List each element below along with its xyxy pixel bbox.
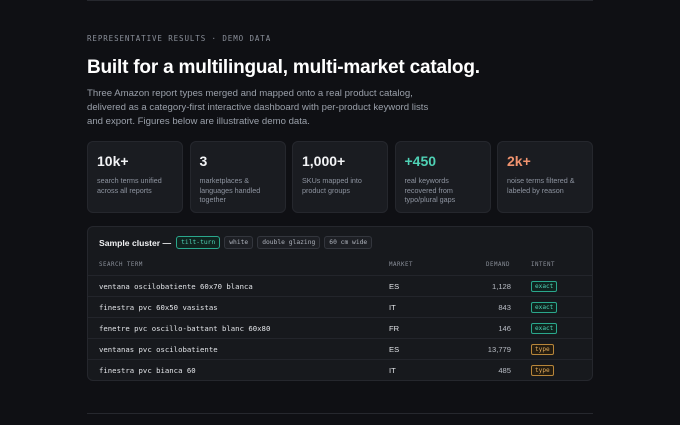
stat-description: noise terms filtered & labeled by reason (507, 176, 575, 195)
stat-card-skus: 1,000+ SKUs mapped into product groups (292, 141, 388, 213)
column-header-market: MARKET (389, 262, 413, 268)
cluster-title: Sample cluster — (99, 237, 172, 248)
stats-row: 10k+ search terms unified across all rep… (87, 141, 593, 213)
cluster-header: Sample cluster — tilt-turn white double … (99, 236, 376, 249)
market-cell: IT (389, 303, 396, 312)
intro-paragraph: Three Amazon report types merged and map… (87, 88, 429, 127)
intent-badge: exact (531, 323, 558, 334)
table-row: ventanas pvc oscilobatiente ES 13,779 ty… (88, 338, 592, 359)
search-term-cell: ventanas pvc oscilobatiente (99, 345, 218, 354)
intent-badge: exact (531, 302, 558, 313)
stat-description: real keywords recovered from typo/plural… (404, 176, 456, 205)
intent-badge: exact (531, 281, 558, 292)
intent-badge: type (531, 344, 554, 355)
top-divider (87, 0, 593, 1)
stat-value: 1,000+ (302, 153, 346, 169)
section-eyebrow: REPRESENTATIVE RESULTS · DEMO DATA (87, 34, 272, 43)
stat-card-marketplaces: 3 marketplaces & languages handled toget… (189, 141, 286, 213)
column-header-search-term: SEARCH TERM (99, 262, 143, 268)
sample-cluster-panel: Sample cluster — tilt-turn white double … (87, 226, 593, 381)
stat-card-recovered-keywords: +450 real keywords recovered from typo/p… (394, 141, 491, 213)
market-cell: IT (389, 366, 396, 375)
market-cell: ES (389, 345, 400, 354)
stat-description: SKUs mapped into product groups (302, 176, 362, 195)
page-title: Built for a multilingual, multi-market c… (87, 57, 480, 78)
table-row: finestra pvc bianca 60 IT 485 type (88, 359, 592, 380)
stat-value: 2k+ (507, 153, 531, 169)
stat-card-search-terms: 10k+ search terms unified across all rep… (87, 141, 183, 213)
chip-white[interactable]: white (224, 236, 254, 249)
demand-cell: 13,779 (487, 345, 511, 354)
column-header-demand: DEMAND (486, 262, 510, 268)
table-row: ventana oscilobatiente 60x70 blanca ES 1… (88, 275, 592, 296)
intent-badge: type (531, 365, 554, 376)
stat-description: search terms unified across all reports (97, 176, 162, 195)
stat-value: +450 (404, 153, 437, 169)
stat-value: 10k+ (97, 153, 129, 169)
demand-cell: 1,128 (491, 282, 511, 291)
search-term-cell: finestra pvc 60x50 vasistas (99, 303, 218, 312)
demand-cell: 843 (498, 303, 511, 312)
column-header-intent: INTENT (531, 262, 555, 268)
results-section: REPRESENTATIVE RESULTS · DEMO DATA Built… (87, 34, 593, 381)
market-cell: ES (389, 282, 400, 291)
demand-cell: 485 (498, 366, 511, 375)
search-term-cell: fenetre pvc oscillo-battant blanc 60x80 (99, 324, 271, 333)
table-row: finestra pvc 60x50 vasistas IT 843 exact (88, 296, 592, 317)
table-row: fenetre pvc oscillo-battant blanc 60x80 … (88, 317, 592, 338)
chip-tilt-turn[interactable]: tilt-turn (176, 236, 221, 249)
stat-value: 3 (199, 153, 208, 169)
chip-60cm-wide[interactable]: 60 cm wide (324, 236, 373, 249)
market-cell: FR (389, 324, 400, 333)
chip-double-glazing[interactable]: double glazing (257, 236, 321, 249)
search-term-cell: ventana oscilobatiente 60x70 blanca (99, 282, 253, 291)
search-term-cell: finestra pvc bianca 60 (99, 366, 196, 375)
stat-card-noise-terms: 2k+ noise terms filtered & labeled by re… (497, 141, 593, 213)
stat-description: marketplaces & languages handled togethe… (199, 176, 261, 205)
demand-cell: 146 (498, 324, 511, 333)
bottom-divider (87, 413, 593, 414)
